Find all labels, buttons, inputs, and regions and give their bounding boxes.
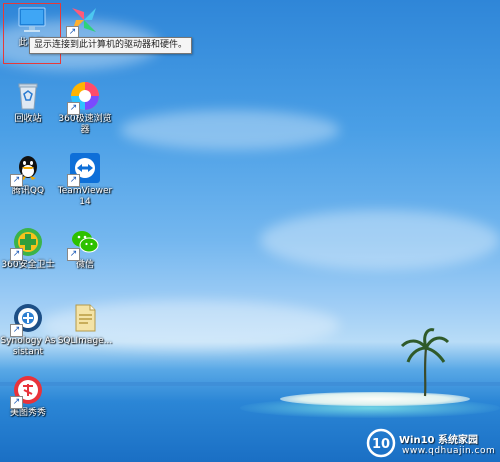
synology-icon: ↗ xyxy=(10,302,44,337)
tooltip: 显示连接到此计算机的驱动器和硬件。 xyxy=(29,37,193,54)
icon-label: 回收站 xyxy=(14,114,42,124)
meitu-icon: ↗ xyxy=(10,374,44,409)
shortcut-arrow-icon: ↗ xyxy=(10,248,23,261)
desktop-icon-meitu[interactable]: ↗ 美图秀秀 xyxy=(0,374,56,419)
desktop-background: 此电脑 ↗ 回收站 xyxy=(0,0,500,462)
desktop-icon-qq[interactable]: ↗ 腾讯QQ xyxy=(0,152,56,197)
desktop-icon-flower-app[interactable]: ↗ xyxy=(56,4,112,39)
watermark: 10 Win10 系统家园 www.qdhuajin.com xyxy=(366,426,500,462)
svg-text:10: 10 xyxy=(372,437,390,452)
wechat-icon: ↗ xyxy=(67,226,101,261)
watermark-title: Win10 系统家园 xyxy=(399,435,478,446)
icon-label: Synology Assistant xyxy=(0,336,56,357)
palm-tree xyxy=(400,328,450,397)
shortcut-arrow-icon: ↗ xyxy=(67,174,80,187)
desktop-icon-wechat[interactable]: ↗ 微信 xyxy=(57,226,113,271)
qq-icon: ↗ xyxy=(10,152,44,187)
desktop-icon-recycle-bin[interactable]: 回收站 xyxy=(0,80,56,125)
shortcut-arrow-icon: ↗ xyxy=(67,102,80,115)
file-icon xyxy=(69,302,101,334)
shortcut-arrow-icon: ↗ xyxy=(10,324,23,337)
shortcut-arrow-icon: ↗ xyxy=(67,248,80,261)
icon-label: 360极速浏览器 xyxy=(58,114,112,135)
selection-highlight xyxy=(3,3,61,64)
icon-label: 腾讯QQ xyxy=(11,186,45,196)
desktop-icon-sqlimage[interactable]: SQLImage... xyxy=(57,302,113,347)
desktop-icon-synology-assistant[interactable]: ↗ Synology Assistant xyxy=(0,302,56,358)
icon-label: 360安全卫士 xyxy=(1,260,55,270)
watermark-domain: www.qdhuajin.com xyxy=(402,446,496,456)
win10-logo-icon: 10 xyxy=(366,428,396,458)
desktop-icon-teamviewer[interactable]: ↗ TeamViewer 14 xyxy=(57,152,113,208)
flower-app-icon: ↗ xyxy=(66,4,100,39)
icon-label: 美图秀秀 xyxy=(9,408,46,418)
360-browser-icon: ↗ xyxy=(67,80,101,115)
shortcut-arrow-icon: ↗ xyxy=(10,396,23,409)
shortcut-arrow-icon: ↗ xyxy=(10,174,23,187)
desktop-icon-360-browser[interactable]: ↗ 360极速浏览器 xyxy=(57,80,113,136)
desktop-icon-360-safe[interactable]: ↗ 360安全卫士 xyxy=(0,226,56,271)
icon-label: SQLImage... xyxy=(57,336,113,346)
teamviewer-icon: ↗ xyxy=(67,152,101,187)
recycle-bin-icon xyxy=(12,80,44,112)
icon-label: TeamViewer 14 xyxy=(57,186,113,207)
icon-label: 微信 xyxy=(75,260,94,270)
360-safe-icon: ↗ xyxy=(10,226,44,261)
